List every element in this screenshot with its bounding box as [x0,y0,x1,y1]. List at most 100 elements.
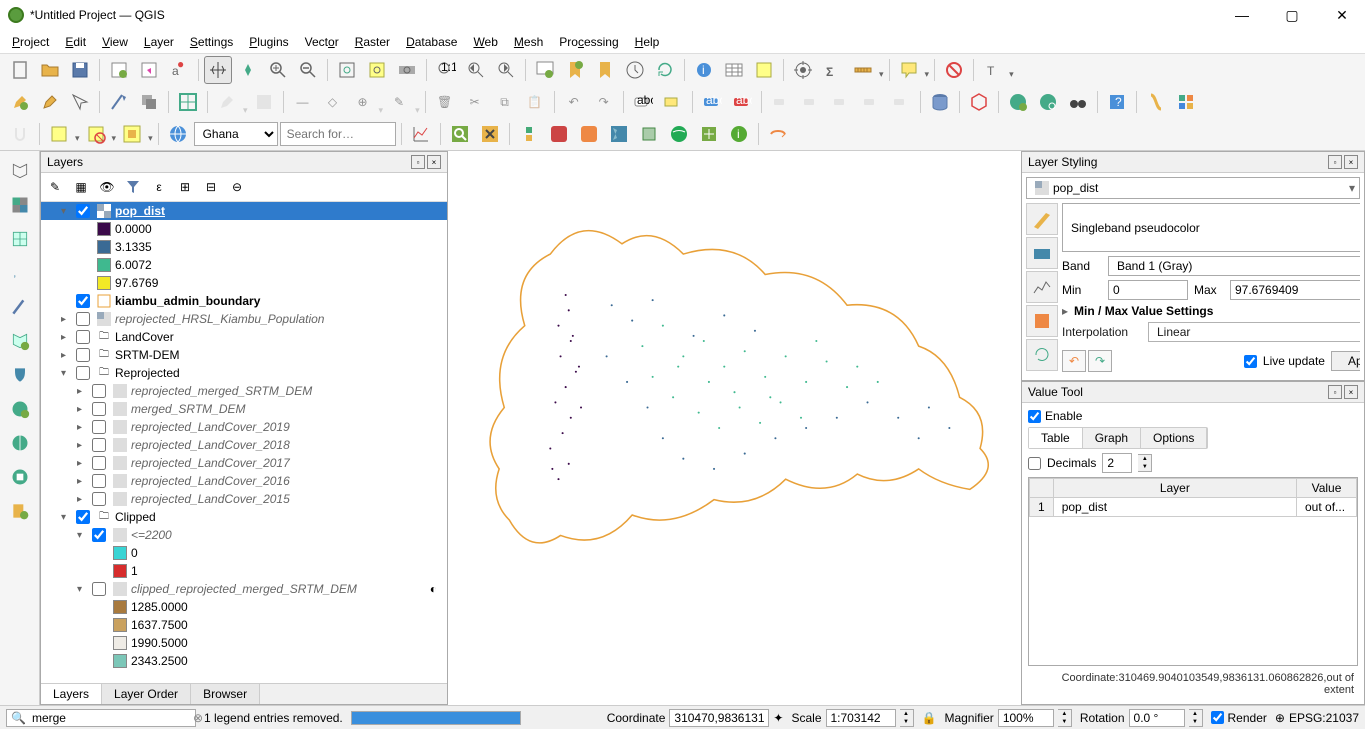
layer-item[interactable]: ▸merged_SRTM_DEM [41,400,447,418]
vt-enable-checkbox[interactable] [1028,410,1041,423]
pan-map-icon[interactable] [204,56,232,84]
panel-close-icon[interactable]: × [1344,155,1358,169]
maptips-icon[interactable] [895,56,923,84]
tab-layers[interactable]: Layers [41,684,102,704]
vt-tab-graph[interactable]: Graph [1083,428,1141,448]
identify-icon[interactable]: i [690,56,718,84]
plugin-builder-icon[interactable] [1172,88,1200,116]
menu-settings[interactable]: Settings [182,32,241,52]
plugin-orange-icon[interactable] [575,120,603,148]
band-select[interactable]: Band 1 (Gray) [1108,256,1360,276]
scale-input[interactable] [826,709,896,727]
add-spatialite-icon[interactable] [4,291,36,323]
panel-undock-icon[interactable]: ▫ [411,155,425,169]
add-wms-icon[interactable] [4,393,36,425]
add-group-icon[interactable]: ▦ [70,176,92,198]
new-map-view-icon[interactable] [531,56,559,84]
group-reprojected[interactable]: ▾🗀Reprojected [41,364,447,382]
layer-item[interactable]: ▸reprojected_LandCover_2017 [41,454,447,472]
max-input[interactable] [1230,280,1360,300]
zoom-next-icon[interactable] [492,56,520,84]
menu-help[interactable]: Help [627,32,668,52]
menu-raster[interactable]: Raster [347,32,398,52]
style-undo-button[interactable]: ↶ [1062,350,1086,372]
menu-view[interactable]: View [94,32,136,52]
menu-vector[interactable]: Vector [297,32,347,52]
layer-item[interactable]: ▸reprojected_LandCover_2016 [41,472,447,490]
label-pin-icon[interactable]: abc [728,88,756,116]
plugin-info-icon[interactable]: i [725,120,753,148]
layer-tree[interactable]: ▾ pop_dist 0.0000 3.1335 6.0072 97.6769 … [41,202,447,683]
text-annotation-icon[interactable]: T [979,56,1007,84]
remove-layer-icon[interactable]: ⊖ [226,176,248,198]
style-layers-icon[interactable]: ✎ [44,176,66,198]
add-virtual-icon[interactable] [4,325,36,357]
layer-clipped-srtm[interactable]: ▾clipped_reprojected_merged_SRTM_DEM◐ [41,580,447,598]
select-features-icon[interactable] [750,56,778,84]
no-action-icon[interactable] [940,56,968,84]
expand-all-icon[interactable]: ⊞ [174,176,196,198]
temporal-controller-icon[interactable] [621,56,649,84]
add-delimited-icon[interactable]: , [4,257,36,289]
zoom-full-icon[interactable] [333,56,361,84]
current-edits-icon[interactable] [6,88,34,116]
label-diagram-icon[interactable] [659,88,687,116]
nominatim-region-select[interactable]: Ghana [194,122,278,146]
renderer-select[interactable]: Singleband pseudocolor [1062,203,1360,252]
add-feature-icon[interactable] [105,88,133,116]
plugin-map-icon[interactable] [605,120,633,148]
menu-mesh[interactable]: Mesh [506,32,551,52]
refresh-icon[interactable] [651,56,679,84]
vt-tab-table[interactable]: Table [1029,428,1083,448]
tab-browser[interactable]: Browser [191,684,260,704]
toggle-editing-icon[interactable] [36,88,64,116]
lock-icon[interactable]: 🔒 [922,711,937,725]
globe-add-icon[interactable] [1004,88,1032,116]
close-button[interactable]: ✕ [1327,5,1357,25]
expand-icon[interactable]: ▸ [61,314,73,325]
layer-lte2200[interactable]: ▾<=2200 [41,526,447,544]
style-tab-symbology[interactable] [1026,203,1058,235]
plugin-red-icon[interactable] [545,120,573,148]
menu-plugins[interactable]: Plugins [241,32,296,52]
new-bookmark-icon[interactable] [561,56,589,84]
map-canvas[interactable] [448,151,1021,705]
filter-expression-icon[interactable]: ε [148,176,170,198]
menu-web[interactable]: Web [465,32,505,52]
show-layout-manager-icon[interactable] [135,56,163,84]
maximize-button[interactable]: ▢ [1277,5,1307,25]
plot-chart-icon[interactable] [407,120,435,148]
panel-undock-icon[interactable]: ▫ [1328,385,1342,399]
toolbox-icon[interactable] [789,56,817,84]
help-icon[interactable]: ? [1103,88,1131,116]
layer-item[interactable]: ▸reprojected_merged_SRTM_DEM [41,382,447,400]
swipe-icon[interactable] [764,120,792,148]
measure-icon[interactable] [849,56,877,84]
database-icon[interactable] [926,88,954,116]
layer-item[interactable]: ▸reprojected_LandCover_2018 [41,436,447,454]
qms-search-icon[interactable] [446,120,474,148]
min-input[interactable] [1108,280,1188,300]
menu-database[interactable]: Database [398,32,465,52]
deselect-icon[interactable] [82,120,110,148]
layer-visibility-checkbox[interactable] [76,294,90,308]
globe-search-icon[interactable] [1034,88,1062,116]
qms-icon[interactable] [476,120,504,148]
style-redo-button[interactable]: ↷ [1088,350,1112,372]
new-project-icon[interactable] [6,56,34,84]
panel-close-icon[interactable]: × [1344,385,1358,399]
decimals-checkbox[interactable] [1028,457,1041,470]
add-postgis-icon[interactable] [4,359,36,391]
open-project-icon[interactable] [36,56,64,84]
hex-outline-icon[interactable] [965,88,993,116]
layer-srtm[interactable]: ▸🗀SRTM-DEM [41,346,447,364]
magnifier-spinner[interactable]: ▲▼ [1058,709,1072,727]
style-tab-3d[interactable] [1026,305,1058,337]
tab-layer-order[interactable]: Layer Order [102,684,191,704]
nominatim-globe-icon[interactable] [164,120,192,148]
table-row[interactable]: 1pop_distout of... [1030,498,1357,517]
rotation-spinner[interactable]: ▲▼ [1189,709,1203,727]
python-icon[interactable] [515,120,543,148]
collapse-all-icon[interactable]: ⊟ [200,176,222,198]
plugin-shape-icon[interactable] [635,120,663,148]
